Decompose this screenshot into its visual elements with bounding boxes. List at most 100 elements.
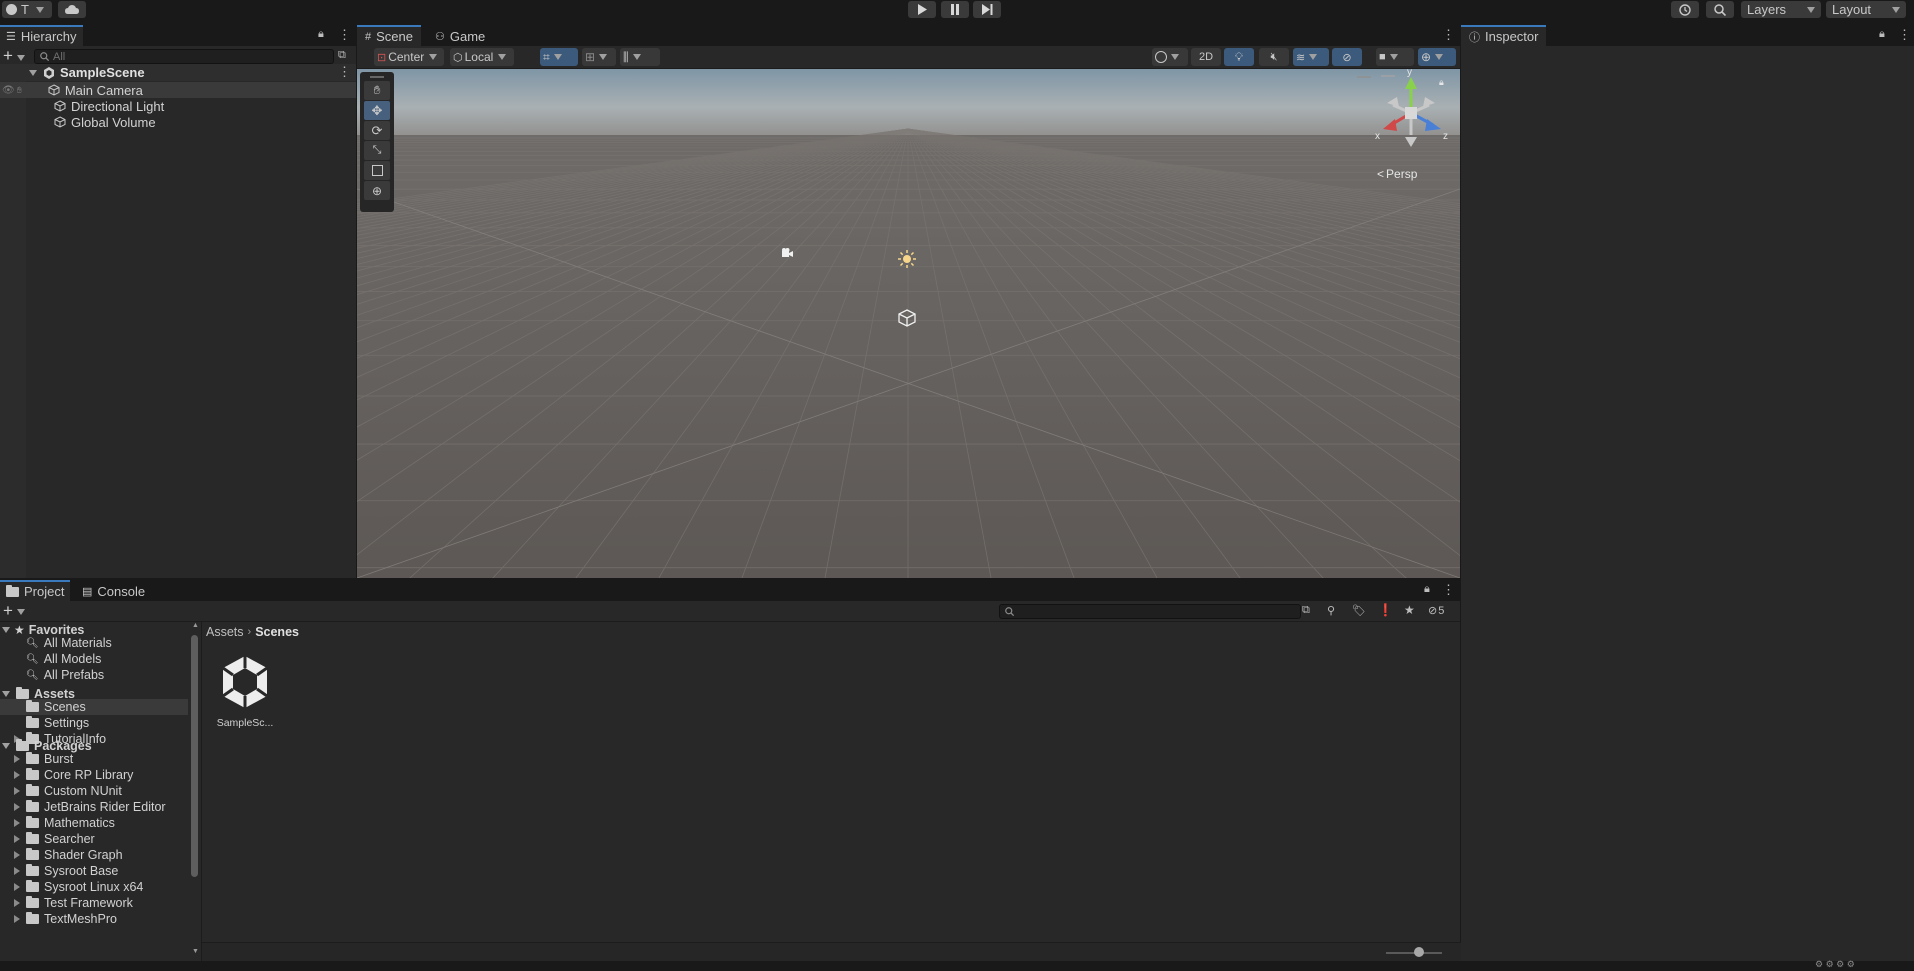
- lock-icon[interactable]: 🔒︎: [318, 28, 324, 41]
- scroll-down-icon[interactable]: ▼: [192, 948, 199, 955]
- more-options-icon[interactable]: ⋮: [338, 27, 351, 43]
- scene-visibility-toggle[interactable]: ⊘: [1332, 48, 1362, 66]
- tree-item[interactable]: Scenes: [0, 699, 188, 715]
- orientation-gizmo[interactable]: y x z 🔒︎: [1361, 69, 1453, 163]
- scene-viewport[interactable]: y x z 🔒︎ < Persp ✋︎ ✥ ⟳ ⤡ ⊕: [357, 69, 1460, 578]
- layers-dropdown[interactable]: Layers: [1741, 1, 1821, 18]
- increment-snap-toggle[interactable]: ⊞: [582, 48, 616, 66]
- audio-toggle[interactable]: 🔇︎: [1259, 48, 1289, 66]
- tree-item[interactable]: Test Framework: [0, 895, 188, 911]
- rect-tool-button[interactable]: [364, 161, 390, 180]
- cloud-button[interactable]: [58, 1, 86, 18]
- pivot-mode-dropdown[interactable]: ⊡ Center: [374, 48, 444, 66]
- icon-size-slider-handle[interactable]: [1414, 947, 1424, 957]
- light-gizmo-icon[interactable]: [898, 250, 916, 268]
- more-options-icon[interactable]: ⋮: [1898, 27, 1911, 43]
- more-options-icon[interactable]: ⋮: [338, 64, 351, 80]
- rotate-tool-button[interactable]: ⟳: [364, 121, 390, 140]
- search-in-scene-icon[interactable]: ⧉: [1302, 604, 1310, 617]
- hierarchy-item-global-volume[interactable]: Global Volume: [0, 114, 356, 130]
- tab-console[interactable]: ▤ Console: [76, 580, 151, 601]
- pause-button[interactable]: [941, 1, 969, 18]
- camera-settings-dropdown[interactable]: ■: [1376, 48, 1414, 66]
- scale-tool-button[interactable]: ⤡: [364, 141, 390, 160]
- tree-item[interactable]: 🔍︎ All Prefabs: [0, 667, 188, 683]
- expand-arrow-icon[interactable]: [14, 883, 20, 891]
- undo-history-button[interactable]: [1671, 1, 1699, 18]
- step-button[interactable]: [973, 1, 1001, 18]
- volume-gizmo-icon[interactable]: [898, 309, 916, 327]
- scene-row[interactable]: SampleScene ⋮: [0, 64, 356, 81]
- tab-scene[interactable]: # Scene: [357, 25, 421, 46]
- expand-arrow-icon[interactable]: [14, 915, 20, 923]
- filter-by-label-icon[interactable]: 🏷︎: [1352, 604, 1366, 617]
- hierarchy-search-input[interactable]: All: [34, 49, 334, 64]
- overlay-menu-handle[interactable]: [1357, 76, 1371, 78]
- pickable-hand-icon[interactable]: ✋︎: [17, 85, 22, 96]
- grid-snap-toggle[interactable]: ⌗: [540, 48, 578, 66]
- expand-arrow-icon[interactable]: [2, 743, 10, 749]
- asset-item-samplescene[interactable]: SampleSc...: [213, 654, 275, 734]
- scrollbar-thumb[interactable]: [191, 635, 198, 877]
- play-button[interactable]: [908, 1, 936, 18]
- hierarchy-item-main-camera[interactable]: 👁︎ ✋︎ Main Camera: [0, 82, 356, 98]
- gizmos-dropdown[interactable]: ⊕: [1418, 48, 1456, 66]
- tab-hierarchy[interactable]: ☰ Hierarchy: [0, 25, 83, 46]
- expand-arrow-icon[interactable]: [14, 899, 20, 907]
- expand-arrow-icon[interactable]: [2, 691, 10, 697]
- tab-game[interactable]: ⚇ Game: [429, 25, 491, 46]
- pivot-space-dropdown[interactable]: ⬡ Local: [450, 48, 514, 66]
- tab-project[interactable]: Project: [0, 580, 71, 601]
- expand-arrow-icon[interactable]: [14, 803, 20, 811]
- tree-item[interactable]: Mathematics: [0, 815, 188, 831]
- tree-item[interactable]: Sysroot Base: [0, 863, 188, 879]
- scroll-up-icon[interactable]: ▲: [192, 622, 199, 629]
- hierarchy-item-directional-light[interactable]: Directional Light: [0, 98, 356, 114]
- tree-item[interactable]: Core RP Library: [0, 767, 188, 783]
- tree-item[interactable]: Burst: [0, 751, 188, 767]
- breadcrumb-scenes[interactable]: Scenes: [255, 625, 299, 639]
- add-icon[interactable]: +: [3, 46, 13, 66]
- mode-2d-toggle[interactable]: 2D: [1191, 48, 1221, 66]
- align-toggle[interactable]: ⫼: [620, 48, 660, 66]
- more-options-icon[interactable]: ⋮: [1442, 27, 1455, 43]
- tree-item[interactable]: Shader Graph: [0, 847, 188, 863]
- expand-arrow-icon[interactable]: [14, 851, 20, 859]
- gizmo-lock-icon[interactable]: 🔒︎: [1439, 77, 1444, 88]
- lighting-toggle[interactable]: 💡︎: [1224, 48, 1254, 66]
- chevron-down-icon[interactable]: [17, 55, 25, 61]
- scene-visibility-icon[interactable]: ⧉: [338, 49, 346, 62]
- tab-inspector[interactable]: ⓘ Inspector: [1461, 25, 1547, 46]
- layout-dropdown[interactable]: Layout: [1826, 1, 1906, 18]
- tree-item[interactable]: Settings: [0, 715, 188, 731]
- tree-item[interactable]: 🔍︎ All Models: [0, 651, 188, 667]
- tree-item[interactable]: Custom NUnit: [0, 783, 188, 799]
- expand-arrow-icon[interactable]: [14, 755, 20, 763]
- effects-dropdown[interactable]: ≋: [1293, 48, 1329, 66]
- hidden-packages-toggle[interactable]: ⊘ 5: [1428, 604, 1444, 618]
- breadcrumb-assets[interactable]: Assets: [206, 625, 244, 639]
- expand-arrow-icon[interactable]: [2, 627, 10, 633]
- expand-arrow-icon[interactable]: [14, 819, 20, 827]
- search-button[interactable]: [1706, 1, 1734, 18]
- tree-item[interactable]: 🔍︎ All Materials: [0, 635, 188, 651]
- overlay-drag-handle[interactable]: [364, 74, 390, 80]
- lock-icon[interactable]: 🔒︎: [1424, 583, 1430, 596]
- expand-arrow-icon[interactable]: [14, 867, 20, 875]
- transform-tool-button[interactable]: ⊕: [364, 181, 390, 200]
- tree-item[interactable]: TextMeshPro: [0, 911, 188, 927]
- tree-scrollbar[interactable]: ▲ ▼: [190, 622, 200, 961]
- lock-icon[interactable]: 🔒︎: [1879, 28, 1885, 41]
- expand-arrow-icon[interactable]: [14, 771, 20, 779]
- camera-gizmo-icon[interactable]: [780, 247, 794, 259]
- projection-toggle[interactable]: < Persp: [1377, 167, 1417, 181]
- move-tool-button[interactable]: ✥: [364, 101, 390, 120]
- add-icon[interactable]: +: [3, 601, 13, 620]
- visibility-eye-icon[interactable]: 👁︎: [2, 85, 15, 96]
- favorites-star-icon[interactable]: ★: [1404, 603, 1415, 617]
- account-dropdown[interactable]: T: [2, 1, 52, 18]
- chevron-down-icon[interactable]: [17, 609, 25, 615]
- more-options-icon[interactable]: ⋮: [1442, 582, 1455, 598]
- tree-item[interactable]: JetBrains Rider Editor: [0, 799, 188, 815]
- status-icons[interactable]: ⚙ ⚙ ⚙ ⚙: [1815, 959, 1855, 970]
